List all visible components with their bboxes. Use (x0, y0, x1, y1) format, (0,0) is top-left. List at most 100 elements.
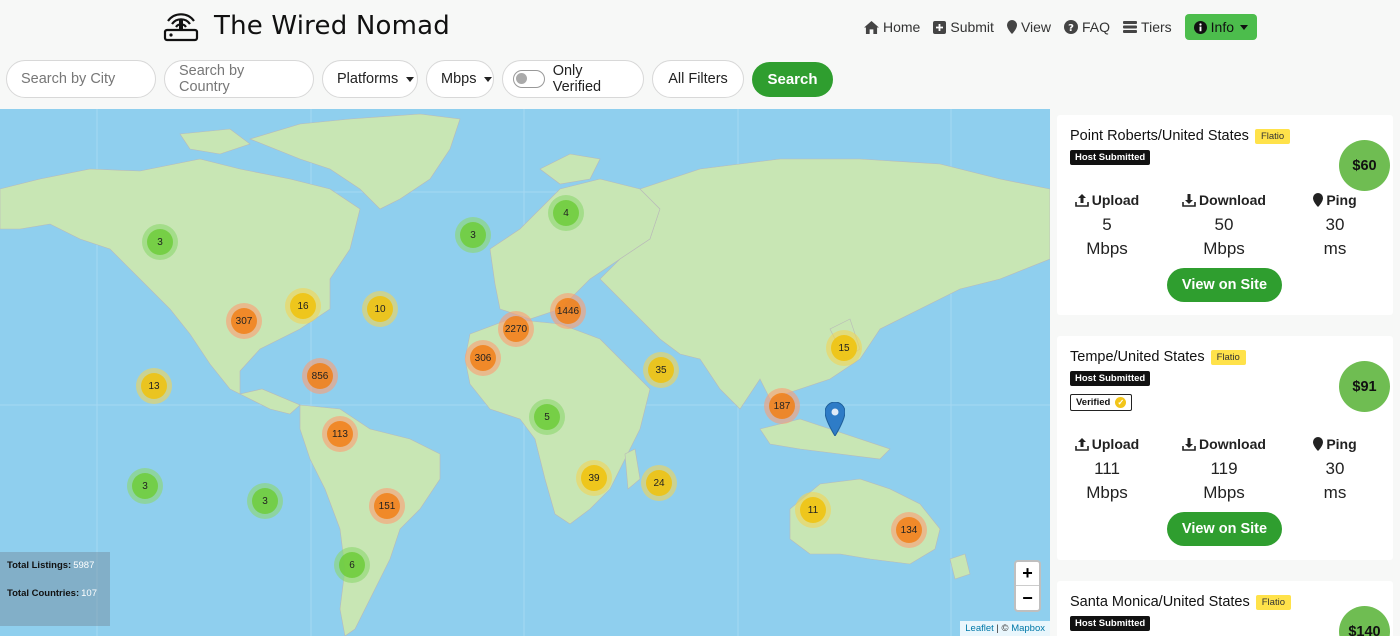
map-cluster[interactable]: 39 (576, 460, 612, 496)
nav-tiers-label: Tiers (1141, 19, 1172, 35)
download-label-row: Download (1174, 436, 1274, 452)
brand[interactable]: The Wired Nomad (162, 9, 450, 43)
download-unit: Mbps (1203, 483, 1245, 502)
price-badge: $60 (1339, 140, 1390, 191)
check-circle-icon: ✓ (1115, 397, 1127, 408)
nav-view[interactable]: View (1006, 14, 1052, 40)
map-cluster[interactable]: 11 (795, 492, 831, 528)
cluster-count: 2270 (503, 316, 529, 342)
cluster-count: 16 (290, 293, 316, 319)
nav-tiers[interactable]: Tiers (1123, 14, 1172, 40)
map-cluster[interactable]: 16 (285, 288, 321, 324)
listing-card: Santa Monica/United States Flatio Host S… (1057, 581, 1393, 636)
toggle-switch[interactable] (513, 70, 545, 88)
question-circle-icon: ? (1064, 20, 1079, 34)
map-marker-icon[interactable] (825, 402, 845, 436)
map-cluster[interactable]: 5 (529, 399, 565, 435)
ping-value: 30 (1325, 215, 1345, 234)
map-cluster[interactable]: 3 (127, 468, 163, 504)
search-button[interactable]: Search (752, 62, 833, 97)
map-cluster[interactable]: 134 (891, 512, 927, 548)
map-cluster[interactable]: 4 (548, 195, 584, 231)
chevron-down-icon (1240, 24, 1248, 30)
country-search-input[interactable]: Search by Country (164, 60, 314, 98)
cluster-count: 306 (470, 345, 496, 371)
map-cluster[interactable]: 24 (641, 465, 677, 501)
total-countries-value: 107 (81, 588, 97, 599)
speed-dropdown[interactable]: Mbps (426, 60, 494, 98)
download-icon (1182, 438, 1196, 451)
platforms-dropdown[interactable]: Platforms (322, 60, 418, 98)
world-map[interactable]: 3 3 4 16 10 307 1446 2270 306 35 15 856 … (0, 109, 1050, 636)
upload-icon (1074, 194, 1089, 207)
nav-submit[interactable]: Submit (933, 14, 994, 40)
map-attribution: Leaflet | © Mapbox (960, 621, 1050, 636)
nav-view-label: View (1020, 19, 1052, 35)
ping-label-row: Ping (1285, 436, 1385, 452)
download-icon (1182, 194, 1196, 207)
host-submitted-badge: Host Submitted (1070, 371, 1151, 386)
city-search-input[interactable]: Search by City (6, 60, 156, 98)
cluster-count: 151 (374, 493, 400, 519)
all-filters-button[interactable]: All Filters (652, 60, 744, 98)
cluster-count: 187 (769, 393, 795, 419)
chevron-down-icon (406, 76, 415, 82)
map-cluster[interactable]: 3 (455, 217, 491, 253)
map-pin-icon (1313, 193, 1324, 207)
upload-unit: Mbps (1086, 239, 1128, 258)
brand-title: The Wired Nomad (214, 11, 450, 41)
map-pin-icon (1006, 20, 1017, 34)
download-metric: Download 50 Mbps (1174, 192, 1274, 261)
map-cluster[interactable]: 15 (826, 330, 862, 366)
mapbox-link[interactable]: Mapbox (1011, 623, 1045, 634)
only-verified-toggle[interactable]: Only Verified (502, 60, 644, 98)
nav-info-dropdown[interactable]: Info (1184, 14, 1257, 40)
upload-unit: Mbps (1086, 483, 1128, 502)
download-label: Download (1199, 192, 1266, 208)
nav-home-label: Home (883, 19, 921, 35)
cluster-count: 3 (132, 473, 158, 499)
upload-value: 5 (1102, 215, 1112, 234)
zoom-control: + − (1014, 560, 1041, 612)
nav-home[interactable]: Home (864, 14, 920, 40)
map-cluster[interactable]: 13 (136, 368, 172, 404)
map-cluster[interactable]: 1446 (550, 293, 586, 329)
view-on-site-button[interactable]: View on Site (1167, 268, 1282, 302)
nav-info-label: Info (1210, 19, 1234, 35)
cluster-count: 6 (339, 552, 365, 578)
zoom-in-button[interactable]: + (1016, 562, 1039, 586)
list-icon (1123, 21, 1138, 33)
map-cluster[interactable]: 6 (334, 547, 370, 583)
cluster-count: 3 (147, 229, 173, 255)
nav-faq[interactable]: ? FAQ (1064, 14, 1110, 40)
map-cluster[interactable]: 3 (247, 483, 283, 519)
view-on-site-button[interactable]: View on Site (1167, 512, 1282, 546)
map-cluster[interactable]: 3 (142, 224, 178, 260)
country-search-placeholder: Search by Country (179, 63, 245, 95)
map-cluster[interactable]: 856 (302, 358, 338, 394)
plus-square-icon (933, 20, 947, 34)
map-cluster[interactable]: 306 (465, 340, 501, 376)
map-cluster[interactable]: 35 (643, 352, 679, 388)
listings-panel[interactable]: Point Roberts/United States Flatio Host … (1050, 109, 1400, 636)
total-listings-label: Total Listings: (7, 560, 72, 571)
ping-value: 30 (1325, 459, 1345, 478)
map-cluster[interactable]: 113 (322, 416, 358, 452)
zoom-out-button[interactable]: − (1016, 586, 1039, 610)
map-cluster[interactable]: 187 (764, 388, 800, 424)
leaflet-link[interactable]: Leaflet (965, 623, 994, 634)
map-cluster[interactable]: 2270 (498, 311, 534, 347)
map-cluster[interactable]: 307 (226, 303, 262, 339)
cluster-count: 307 (231, 308, 257, 334)
map-cluster[interactable]: 151 (369, 488, 405, 524)
ping-metric: Ping 30 ms (1285, 192, 1385, 261)
speed-label: Mbps (441, 71, 477, 87)
download-value: 50 (1214, 215, 1234, 234)
map-pin-icon (1313, 437, 1324, 451)
map-stats-panel: Total Listings: 5987 Total Countries: 107 (0, 552, 110, 626)
only-verified-label: Only Verified (552, 63, 602, 95)
ping-label: Ping (1326, 436, 1357, 452)
listing-card: Point Roberts/United States Flatio Host … (1057, 115, 1393, 315)
total-countries-label: Total Countries: (7, 588, 80, 599)
map-cluster[interactable]: 10 (362, 291, 398, 327)
